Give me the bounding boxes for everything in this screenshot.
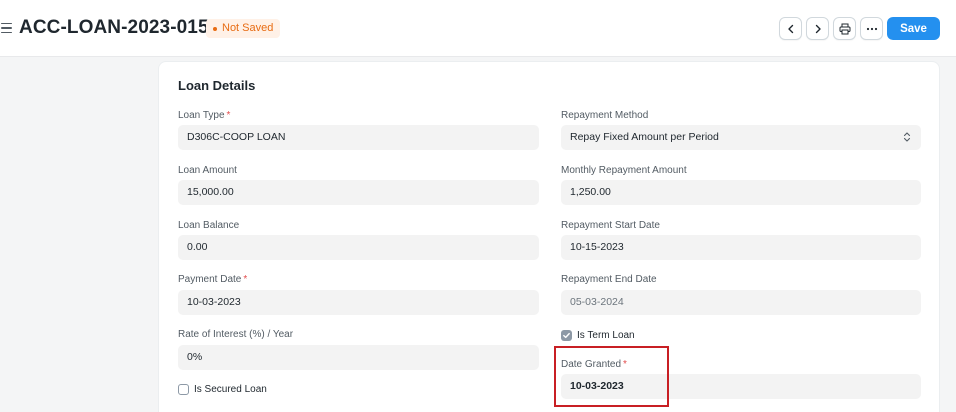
checkmark-icon — [563, 332, 570, 339]
repayment-start-date-field[interactable]: 10-15-2023 — [561, 235, 921, 260]
payment-date-field[interactable]: 10-03-2023 — [178, 290, 539, 315]
menu-icon[interactable] — [1, 23, 12, 33]
save-button[interactable]: Save — [887, 17, 940, 40]
more-actions-button[interactable] — [860, 17, 883, 40]
loan-details-card: Loan Details Loan Type * D306C-COOP LOAN … — [158, 61, 940, 412]
repayment-end-date-label: Repayment End Date — [561, 274, 657, 285]
loan-type-label: Loan Type * — [178, 110, 231, 121]
monthly-repayment-amount-field[interactable]: 1,250.00 — [561, 180, 921, 205]
repayment-start-date-label: Repayment Start Date — [561, 220, 660, 231]
date-granted-label: Date Granted * — [561, 359, 627, 370]
repayment-method-value: Repay Fixed Amount per Period — [570, 131, 719, 143]
chevron-left-icon — [787, 24, 793, 33]
repayment-method-select[interactable]: Repay Fixed Amount per Period — [561, 125, 921, 150]
page-header: ACC-LOAN-2023-01570 Not Saved Save — [0, 0, 956, 57]
repayment-method-label: Repayment Method — [561, 110, 649, 121]
section-title: Loan Details — [178, 78, 256, 93]
select-arrows-icon — [903, 132, 911, 142]
printer-icon — [839, 23, 850, 34]
rate-of-interest-label: Rate of Interest (%) / Year — [178, 329, 294, 340]
next-doc-button[interactable] — [806, 17, 829, 40]
chevron-right-icon — [815, 24, 821, 33]
repayment-end-date-field[interactable]: 05-03-2024 — [561, 290, 921, 315]
is-secured-loan-label: Is Secured Loan — [194, 384, 267, 395]
loan-balance-field[interactable]: 0.00 — [178, 235, 539, 260]
previous-doc-button[interactable] — [779, 17, 802, 40]
is-secured-loan-checkbox[interactable] — [178, 384, 189, 395]
more-horizontal-icon — [866, 27, 877, 30]
page-title: ACC-LOAN-2023-01570 — [19, 17, 230, 38]
is-term-loan-checkbox[interactable] — [561, 330, 572, 341]
print-button[interactable] — [833, 17, 856, 40]
loan-amount-label: Loan Amount — [178, 165, 237, 176]
payment-date-label: Payment Date * — [178, 274, 248, 285]
status-dot-icon — [213, 26, 217, 31]
date-granted-field[interactable]: 10-03-2023 — [561, 374, 921, 399]
rate-of-interest-field[interactable]: 0% — [178, 345, 539, 370]
loan-amount-field[interactable]: 15,000.00 — [178, 180, 539, 205]
is-term-loan-label: Is Term Loan — [577, 330, 635, 341]
status-badge: Not Saved — [206, 19, 281, 38]
status-text: Not Saved — [222, 22, 274, 34]
loan-type-field[interactable]: D306C-COOP LOAN — [178, 125, 539, 150]
loan-balance-label: Loan Balance — [178, 220, 240, 231]
monthly-repayment-amount-label: Monthly Repayment Amount — [561, 165, 687, 176]
